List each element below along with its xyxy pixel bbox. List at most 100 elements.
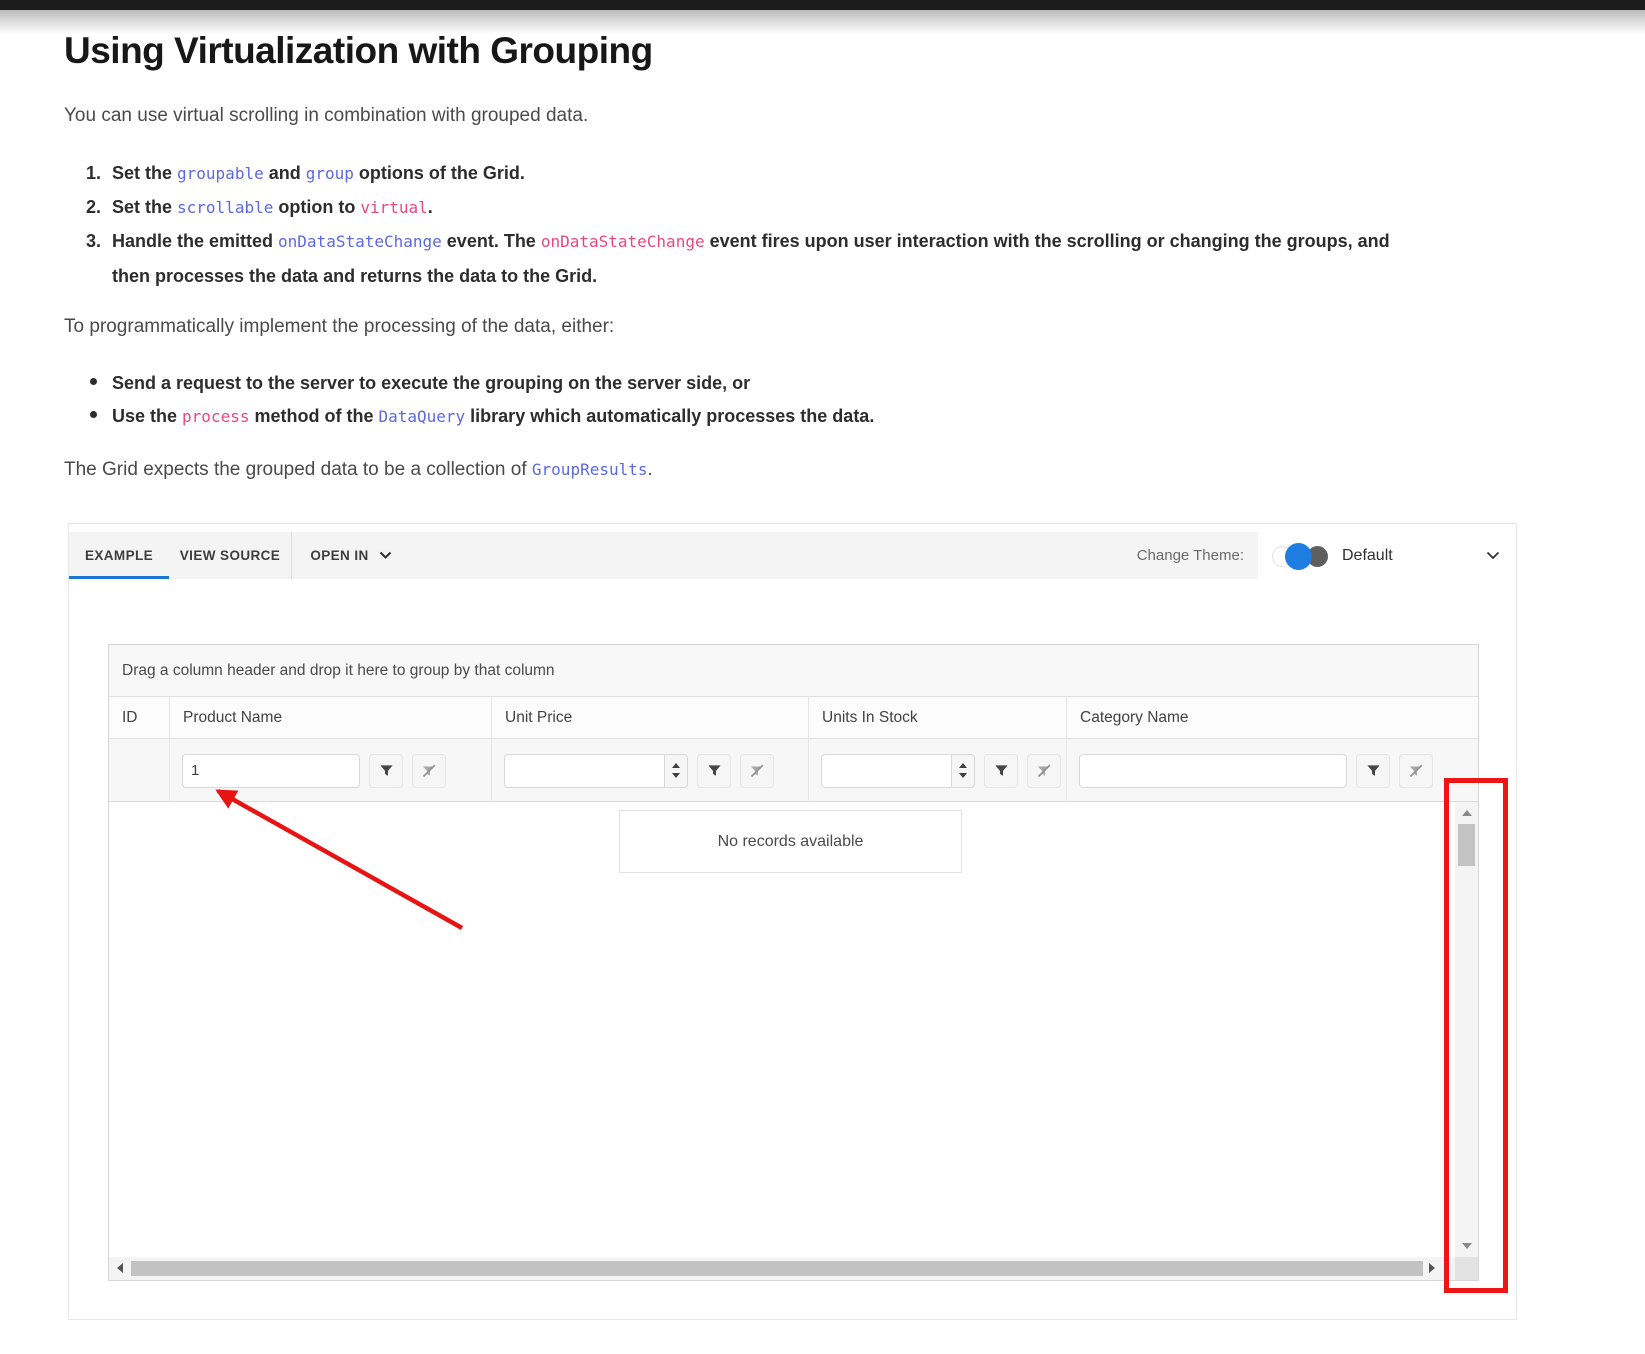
code-link-groupable[interactable]: groupable [177, 164, 264, 183]
expects-paragraph: The Grid expects the grouped data to be … [64, 455, 653, 485]
filter-cell-product-name [169, 739, 491, 802]
clear-filter-button[interactable] [1027, 754, 1061, 788]
chevron-down-icon [379, 551, 392, 560]
page-title: Using Virtualization with Grouping [64, 30, 653, 72]
spinner-up-icon [959, 763, 967, 768]
example-panel: EXAMPLE VIEW SOURCE OPEN IN Change Theme… [68, 523, 1517, 1320]
tab-label: OPEN IN [310, 548, 368, 563]
expects-text: The Grid expects the grouped data to be … [64, 459, 532, 480]
step-text: . [428, 197, 433, 217]
filter-button[interactable] [984, 754, 1018, 788]
theme-select[interactable]: Default [1258, 532, 1516, 579]
column-label: Product Name [183, 709, 282, 727]
funnel-icon [1366, 763, 1381, 778]
theme-area: Change Theme: Default [1137, 532, 1516, 579]
filter-cell-id [109, 739, 169, 802]
bullet-dot [90, 378, 97, 385]
funnel-icon [379, 763, 394, 778]
ordered-list-item-1: 1. Set the groupable and group options o… [112, 156, 1427, 191]
group-drop-area[interactable]: Drag a column header and drop it here to… [109, 645, 1478, 697]
category-name-filter-input[interactable] [1079, 754, 1347, 788]
code-link-dataquery[interactable]: DataQuery [378, 407, 465, 426]
grid-filter-row [109, 739, 1478, 802]
code-link-scrollable[interactable]: scrollable [177, 198, 273, 217]
scroll-down-icon[interactable] [1462, 1243, 1472, 1249]
scroll-right-icon[interactable] [1429, 1263, 1435, 1273]
expects-text: . [648, 459, 653, 480]
funnel-slash-icon [1036, 763, 1052, 779]
units-in-stock-filter-input[interactable] [821, 754, 951, 788]
bullet-item-2: Use the process method of the DataQuery … [112, 399, 1427, 434]
step-text: option to [273, 197, 360, 217]
vertical-scrollbar[interactable] [1455, 802, 1478, 1257]
horizontal-scrollbar-thumb[interactable] [131, 1261, 1423, 1276]
numeric-filter [504, 754, 688, 788]
column-header-unit-price[interactable]: Unit Price [491, 697, 808, 739]
bullet-dot [90, 411, 97, 418]
step-text: and [264, 163, 306, 183]
list-number: 3. [86, 224, 101, 258]
column-header-category-name[interactable]: Category Name [1066, 697, 1455, 739]
column-header-id[interactable]: ID [109, 697, 169, 739]
funnel-slash-icon [1408, 763, 1424, 779]
code-link-group[interactable]: group [306, 164, 354, 183]
code-link-groupresults[interactable]: GroupResults [532, 460, 648, 479]
group-hint-text: Drag a column header and drop it here to… [122, 662, 555, 680]
clear-filter-button[interactable] [1399, 754, 1433, 788]
theme-active-dot [1285, 543, 1312, 570]
column-label: Unit Price [505, 709, 572, 727]
filter-button[interactable] [697, 754, 731, 788]
scroll-up-icon[interactable] [1462, 810, 1472, 816]
ordered-list-item-2: 2. Set the scrollable option to virtual. [112, 190, 1427, 225]
column-header-product-name[interactable]: Product Name [169, 697, 491, 739]
clear-filter-button[interactable] [740, 754, 774, 788]
column-label: Units In Stock [822, 709, 918, 727]
filter-cell-unit-price [491, 739, 808, 802]
filter-button[interactable] [1356, 754, 1390, 788]
theme-toggle[interactable] [1272, 543, 1330, 569]
chevron-down-icon [1486, 551, 1500, 560]
change-theme-label: Change Theme: [1137, 547, 1244, 564]
tab-label: EXAMPLE [85, 548, 153, 563]
intro-text: You can use virtual scrolling in combina… [64, 105, 588, 126]
code-process: process [182, 407, 249, 426]
list-number: 2. [86, 190, 101, 224]
bullet-item-1: Send a request to the server to execute … [112, 366, 1427, 400]
numeric-spinner[interactable] [664, 754, 688, 788]
grid-header-row: ID Product Name Unit Price Units In Stoc… [109, 697, 1478, 739]
browser-top-edge [0, 0, 1645, 10]
numeric-spinner[interactable] [951, 754, 975, 788]
intro-paragraph: You can use virtual scrolling in combina… [64, 101, 588, 131]
scroll-left-icon[interactable] [117, 1263, 123, 1273]
funnel-icon [994, 763, 1009, 778]
filter-cell-units-in-stock [808, 739, 1066, 802]
step-text: event. The [442, 231, 541, 251]
clear-filter-button[interactable] [412, 754, 446, 788]
ordered-list-item-3: 3. Handle the emitted onDataStateChange … [112, 224, 1427, 293]
horizontal-scrollbar[interactable] [109, 1257, 1455, 1280]
numeric-filter [821, 754, 975, 788]
code-ondatastatechange: onDataStateChange [541, 232, 705, 251]
filter-cell-category-name [1066, 739, 1455, 802]
product-name-filter-input[interactable] [182, 754, 360, 788]
column-header-units-in-stock[interactable]: Units In Stock [808, 697, 1066, 739]
either-paragraph: To programmatically implement the proces… [64, 312, 614, 342]
vertical-scrollbar-thumb[interactable] [1458, 824, 1475, 866]
no-records-box: No records available [619, 810, 962, 873]
column-label: ID [122, 709, 138, 727]
tab-example[interactable]: EXAMPLE [69, 532, 169, 579]
bullet-text: Send a request to the server to execute … [112, 373, 750, 393]
spinner-down-icon [959, 773, 967, 778]
filter-button[interactable] [369, 754, 403, 788]
page: Using Virtualization with Grouping You c… [0, 0, 1645, 1354]
list-number: 1. [86, 156, 101, 190]
tab-label: VIEW SOURCE [180, 548, 280, 563]
spinner-up-icon [672, 763, 680, 768]
column-label: Category Name [1080, 709, 1189, 727]
code-link-ondatastatechange[interactable]: onDataStateChange [278, 232, 442, 251]
theme-selected-value: Default [1342, 547, 1393, 565]
tab-open-in[interactable]: OPEN IN [292, 532, 410, 579]
scrollbar-corner [1455, 1257, 1478, 1280]
tab-view-source[interactable]: VIEW SOURCE [169, 532, 291, 579]
unit-price-filter-input[interactable] [504, 754, 664, 788]
